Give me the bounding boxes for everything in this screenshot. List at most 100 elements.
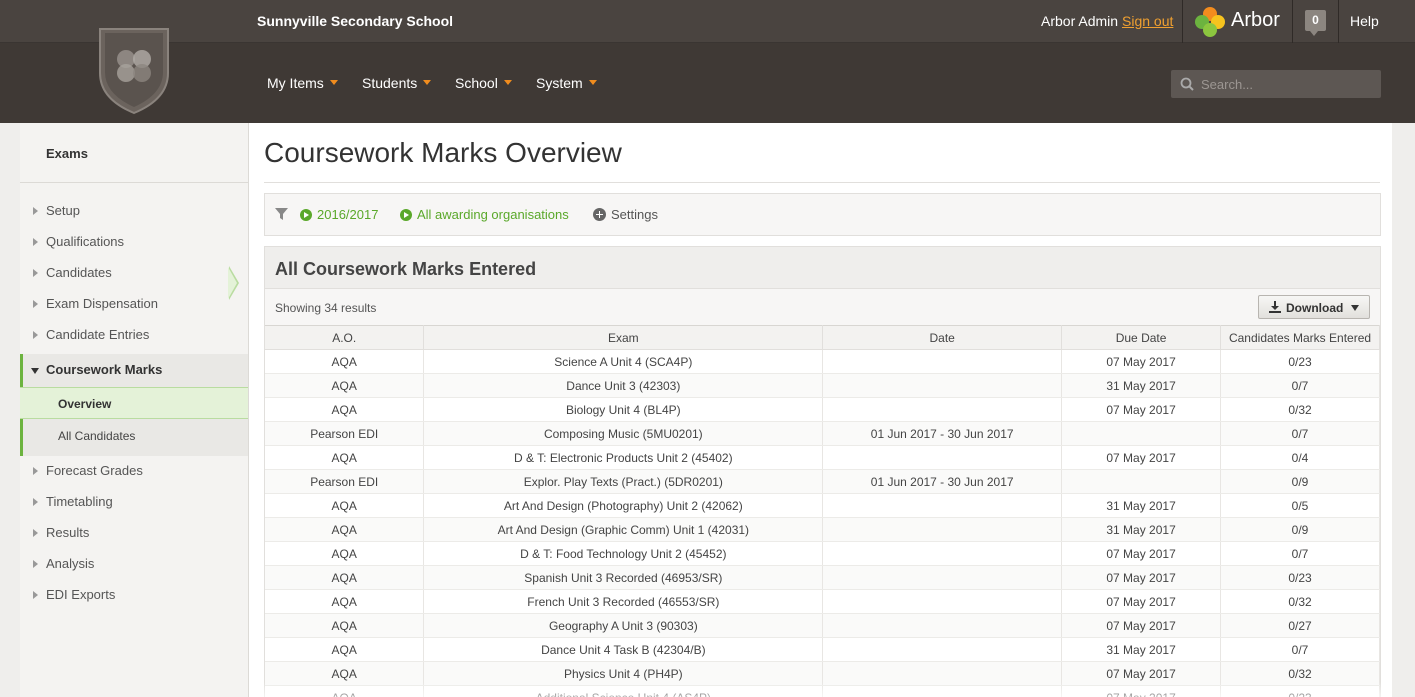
cell-exam: Geography A Unit 3 (90303) bbox=[423, 613, 824, 638]
cell-date bbox=[822, 373, 1063, 398]
play-icon bbox=[400, 208, 412, 221]
table-row[interactable]: AQA Biology Unit 4 (BL4P) 07 May 2017 0/32 bbox=[265, 397, 1380, 422]
cell-marks-entered: 0/32 bbox=[1220, 589, 1380, 614]
sidebar-title: Exams bbox=[46, 146, 88, 161]
sidebar-subitem-overview[interactable]: Overview bbox=[20, 387, 248, 419]
download-icon bbox=[1269, 301, 1281, 313]
cell-date bbox=[822, 541, 1063, 566]
table-row[interactable]: AQA Physics Unit 4 (PH4P) 07 May 2017 0/32 bbox=[265, 661, 1380, 686]
chevron-down-icon bbox=[503, 79, 512, 85]
sidebar-item-qualifications[interactable]: Qualifications bbox=[20, 230, 248, 254]
nav-label: Students bbox=[362, 75, 418, 91]
brand-name[interactable]: Arbor bbox=[1231, 9, 1280, 32]
sidebar-subitem-label: Overview bbox=[58, 397, 112, 411]
chevron-down-icon bbox=[329, 79, 338, 85]
nav-my-items[interactable]: My Items bbox=[267, 75, 338, 91]
sidebar-item-label: Exam Dispensation bbox=[46, 296, 158, 311]
cell-date bbox=[822, 565, 1063, 590]
column-header-exam[interactable]: Exam bbox=[423, 325, 824, 350]
sidebar-item-label: Timetabling bbox=[46, 494, 113, 509]
sidebar-item-label: Candidate Entries bbox=[46, 327, 150, 342]
cell-marks-entered: 0/32 bbox=[1220, 661, 1380, 686]
chevron-down-icon bbox=[588, 79, 597, 85]
cell-ao: Pearson EDI bbox=[265, 421, 425, 446]
sidebar-item-edi-exports[interactable]: EDI Exports bbox=[20, 583, 248, 607]
play-icon bbox=[300, 208, 312, 221]
chevron-right-icon bbox=[33, 529, 38, 537]
sidebar-item-timetabling[interactable]: Timetabling bbox=[20, 490, 248, 514]
table-row[interactable]: AQA Dance Unit 3 (42303) 31 May 2017 0/7 bbox=[265, 373, 1380, 398]
cell-exam: Dance Unit 3 (42303) bbox=[423, 373, 824, 398]
column-header-marks-entered[interactable]: Candidates Marks Entered bbox=[1220, 325, 1380, 350]
sidebar-item-candidates[interactable]: Candidates bbox=[20, 261, 248, 285]
table-row[interactable]: AQA Art And Design (Graphic Comm) Unit 1 … bbox=[265, 517, 1380, 542]
download-label: Download bbox=[1286, 301, 1344, 315]
cell-exam: Explor. Play Texts (Pract.) (5DR0201) bbox=[423, 469, 824, 494]
filter-icon[interactable] bbox=[275, 208, 288, 220]
sidebar-subitem-all-candidates[interactable]: All Candidates bbox=[20, 420, 248, 452]
help-link[interactable]: Help bbox=[1350, 13, 1379, 29]
cell-marks-entered: 0/23 bbox=[1220, 685, 1380, 697]
table-row[interactable]: AQA French Unit 3 Recorded (46553/SR) 07 M… bbox=[265, 589, 1380, 614]
sidebar-item-coursework-marks[interactable]: Coursework Marks bbox=[20, 358, 248, 382]
panel-header: All Coursework Marks Entered bbox=[265, 247, 1380, 289]
table-row[interactable]: Pearson EDI Explor. Play Texts (Pract.) (… bbox=[265, 469, 1380, 494]
cell-marks-entered: 0/32 bbox=[1220, 397, 1380, 422]
column-header-due-date[interactable]: Due Date bbox=[1061, 325, 1222, 350]
header-divider bbox=[1338, 0, 1339, 43]
settings-button[interactable]: Settings bbox=[593, 207, 658, 222]
table-header-row: A.O. Exam Date Due Date Candidates Marks… bbox=[265, 325, 1380, 350]
sidebar-item-setup[interactable]: Setup bbox=[20, 199, 248, 223]
cell-exam: Art And Design (Graphic Comm) Unit 1 (42… bbox=[423, 517, 824, 542]
settings-label: Settings bbox=[611, 207, 658, 222]
notifications-badge[interactable]: 0 bbox=[1305, 10, 1326, 36]
active-indicator bbox=[228, 267, 237, 299]
column-header-date[interactable]: Date bbox=[822, 325, 1063, 350]
cell-date bbox=[822, 589, 1063, 614]
table-row[interactable]: AQA D & T: Food Technology Unit 2 (45452)… bbox=[265, 541, 1380, 566]
divider bbox=[20, 182, 248, 183]
cell-exam: Physics Unit 4 (PH4P) bbox=[423, 661, 824, 686]
sign-out-link[interactable]: Sign out bbox=[1122, 13, 1173, 29]
sidebar-item-forecast-grades[interactable]: Forecast Grades bbox=[20, 459, 248, 483]
school-crest-icon[interactable] bbox=[97, 23, 171, 115]
nav-school[interactable]: School bbox=[455, 75, 512, 91]
table-row[interactable]: AQA Spanish Unit 3 Recorded (46953/SR) 07 … bbox=[265, 565, 1380, 590]
sidebar-item-analysis[interactable]: Analysis bbox=[20, 552, 248, 576]
table-row[interactable]: AQA Dance Unit 4 Task B (42304/B) 31 May 2… bbox=[265, 637, 1380, 662]
table-row[interactable]: Pearson EDI Composing Music (5MU0201) 01 J… bbox=[265, 421, 1380, 446]
filter-awarding-organisations[interactable]: All awarding organisations bbox=[400, 207, 569, 222]
table-row[interactable]: AQA Art And Design (Photography) Unit 2 (… bbox=[265, 493, 1380, 518]
download-button[interactable]: Download bbox=[1258, 295, 1370, 319]
cell-due-date: 07 May 2017 bbox=[1061, 349, 1222, 374]
school-name: Sunnyville Secondary School bbox=[257, 13, 454, 29]
sidebar-item-exam-dispensation[interactable]: Exam Dispensation bbox=[20, 292, 248, 316]
chevron-down-icon bbox=[1351, 305, 1359, 311]
filter-academic-year[interactable]: 2016/2017 bbox=[300, 207, 378, 222]
page-title: Coursework Marks Overview bbox=[264, 137, 622, 168]
search-input[interactable] bbox=[1171, 70, 1381, 98]
cell-marks-entered: 0/9 bbox=[1220, 517, 1380, 542]
chevron-right-icon bbox=[33, 207, 38, 215]
table-row[interactable]: AQA D & T: Electronic Products Unit 2 (45… bbox=[265, 445, 1380, 470]
nav-students[interactable]: Students bbox=[362, 75, 432, 91]
sidebar-item-label: Candidates bbox=[46, 265, 112, 280]
header-divider bbox=[1292, 0, 1293, 43]
arbor-logo-icon[interactable] bbox=[1193, 5, 1227, 39]
plus-icon bbox=[593, 208, 606, 222]
cell-ao: AQA bbox=[265, 589, 425, 614]
sidebar-item-label: Coursework Marks bbox=[46, 362, 163, 377]
table-row[interactable]: AQA Geography A Unit 3 (90303) 07 May 2017… bbox=[265, 613, 1380, 638]
cell-due-date: 07 May 2017 bbox=[1061, 397, 1222, 422]
cell-ao: AQA bbox=[265, 565, 425, 590]
nav-label: School bbox=[455, 75, 498, 91]
table-row[interactable]: AQA Science A Unit 4 (SCA4P) 07 May 2017 0/… bbox=[265, 349, 1380, 374]
sidebar-item-candidate-entries[interactable]: Candidate Entries bbox=[20, 323, 248, 347]
column-header-ao[interactable]: A.O. bbox=[265, 325, 425, 350]
sidebar-item-results[interactable]: Results bbox=[20, 521, 248, 545]
table-row[interactable]: AQAAdditional Science Unit 4 (AS4P) 07 Ma… bbox=[265, 685, 1380, 697]
cell-marks-entered: 0/23 bbox=[1220, 349, 1380, 374]
cell-exam: Spanish Unit 3 Recorded (46953/SR) bbox=[423, 565, 824, 590]
nav-system[interactable]: System bbox=[536, 75, 597, 91]
cell-date bbox=[822, 349, 1063, 374]
